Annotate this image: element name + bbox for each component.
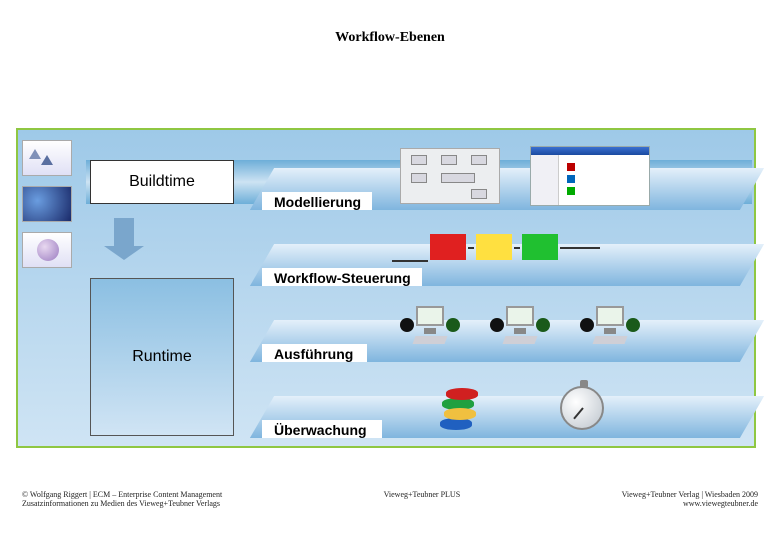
footer-subtitle: Zusatzinformationen zu Medien des Vieweg… bbox=[22, 499, 222, 508]
page-title: Workflow-Ebenen bbox=[0, 0, 780, 46]
footer-left: © Wolfgang Riggert | ECM – Enterprise Co… bbox=[22, 490, 222, 508]
wire-icon bbox=[392, 260, 428, 262]
thumbnail-1 bbox=[22, 140, 72, 176]
footer-center: Vieweg+Teubner PLUS bbox=[384, 490, 461, 508]
thumbnail-2 bbox=[22, 186, 72, 222]
layer-control-label: Workflow-Steuerung bbox=[262, 270, 752, 290]
runtime-label: Runtime bbox=[132, 348, 192, 366]
layer-execution-label: Ausführung bbox=[262, 346, 752, 366]
wire-icon bbox=[560, 247, 600, 249]
buildtime-label: Buildtime bbox=[129, 173, 195, 191]
footer-right: Vieweg+Teubner Verlag | Wiesbaden 2009 w… bbox=[622, 490, 758, 508]
arrow-down-icon bbox=[114, 218, 134, 246]
status-red-icon bbox=[430, 234, 466, 260]
runtime-box: Runtime bbox=[90, 278, 234, 436]
wire-icon bbox=[514, 247, 520, 249]
thumbnail-3 bbox=[22, 232, 72, 268]
layer-monitoring-label: Überwachung bbox=[262, 422, 752, 442]
wire-icon bbox=[468, 247, 474, 249]
footer-url: www.viewegteubner.de bbox=[622, 499, 758, 508]
buildtime-box: Buildtime bbox=[90, 160, 234, 204]
layer-modeling-label: Modellierung bbox=[262, 194, 752, 214]
footer: © Wolfgang Riggert | ECM – Enterprise Co… bbox=[22, 490, 758, 508]
thumbnail-column bbox=[22, 140, 72, 278]
footer-publisher: Vieweg+Teubner Verlag | Wiesbaden 2009 bbox=[622, 490, 758, 499]
status-yellow-icon bbox=[476, 234, 512, 260]
status-green-icon bbox=[522, 234, 558, 260]
footer-copyright: © Wolfgang Riggert | ECM – Enterprise Co… bbox=[22, 490, 222, 499]
